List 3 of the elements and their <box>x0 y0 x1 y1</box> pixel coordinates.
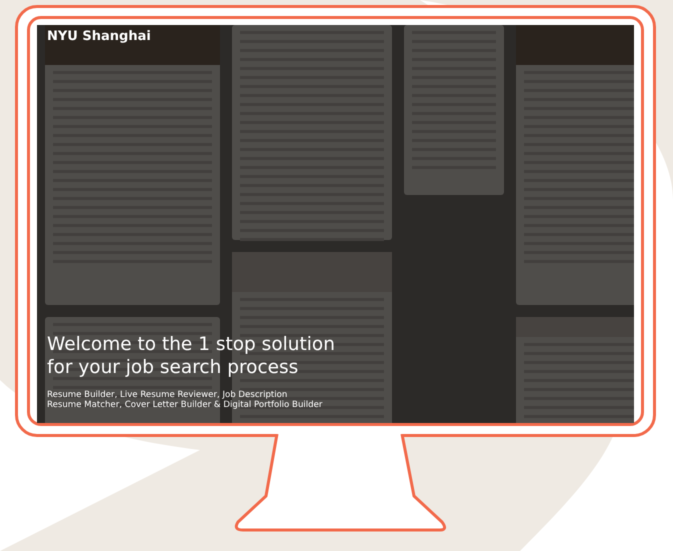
brand-logo-text[interactable]: NYU Shanghai <box>47 29 624 44</box>
hero-heading: Welcome to the 1 stop solution for your job search process <box>47 334 336 380</box>
hero-subtitle: Resume Builder, Live Resume Reviewer, Job Description Resume Matcher, Cover Letter Builder & Digital Portfolio Builder <box>47 390 324 411</box>
